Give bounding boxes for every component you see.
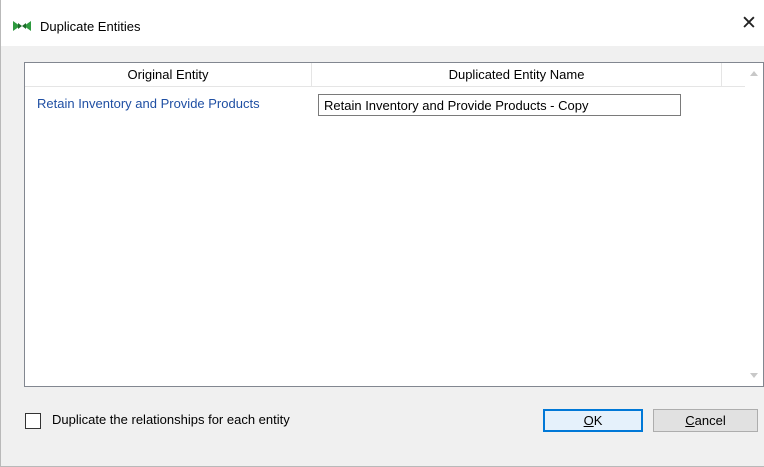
table-row: Retain Inventory and Provide Products bbox=[25, 93, 745, 117]
duplicated-entity-name-input[interactable] bbox=[318, 94, 681, 116]
column-header-duplicated-entity-name[interactable]: Duplicated Entity Name bbox=[312, 63, 722, 86]
ok-button[interactable]: OK bbox=[543, 409, 643, 432]
close-button[interactable]: ✕ bbox=[734, 10, 764, 42]
entities-icon bbox=[13, 21, 31, 31]
cancel-label-rest: ancel bbox=[694, 413, 726, 428]
cancel-button[interactable]: Cancel bbox=[653, 409, 758, 432]
entities-grid: Original Entity Duplicated Entity Name R… bbox=[24, 62, 764, 387]
original-entity-cell[interactable]: Retain Inventory and Provide Products bbox=[37, 96, 260, 111]
grid-header: Original Entity Duplicated Entity Name bbox=[25, 63, 745, 87]
column-header-original-entity[interactable]: Original Entity bbox=[25, 63, 312, 86]
cancel-mnemonic: C bbox=[685, 413, 695, 428]
ok-label-rest: K bbox=[593, 413, 603, 428]
close-icon: ✕ bbox=[741, 13, 757, 34]
duplicate-relationships-checkbox[interactable] bbox=[25, 413, 41, 429]
scroll-up-icon[interactable] bbox=[750, 71, 758, 76]
vertical-scrollbar[interactable] bbox=[746, 63, 763, 386]
ok-mnemonic: O bbox=[583, 413, 594, 428]
duplicate-relationships-label[interactable]: Duplicate the relationships for each ent… bbox=[52, 412, 290, 427]
scroll-down-icon[interactable] bbox=[750, 373, 758, 378]
title-bar: Duplicate Entities ✕ bbox=[1, 0, 764, 46]
dialog-title: Duplicate Entities bbox=[40, 19, 141, 34]
duplicate-entities-dialog: Duplicate Entities ✕ Original Entity Dup… bbox=[0, 0, 764, 467]
column-header-filler bbox=[722, 63, 744, 86]
